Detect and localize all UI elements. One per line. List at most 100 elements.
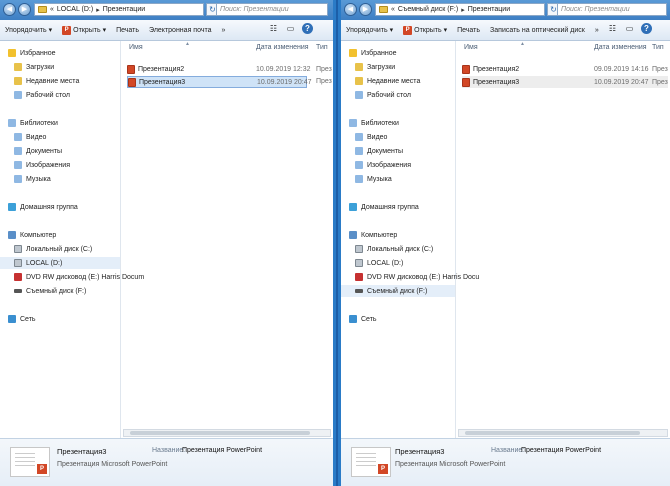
nav-video[interactable]: Видео	[14, 131, 46, 143]
nav-music[interactable]: Музыка	[355, 173, 392, 185]
nav-images[interactable]: Изображения	[14, 159, 70, 171]
breadcrumb-folder[interactable]: Презентации	[468, 6, 510, 13]
nav-libraries[interactable]: Библиотеки	[349, 117, 399, 129]
images-icon	[14, 161, 22, 169]
nav-local-c[interactable]: Локальный диск (C:)	[14, 243, 92, 255]
nav-recent[interactable]: Недавние места	[355, 75, 420, 87]
more-button[interactable]: »	[590, 27, 604, 34]
nav-label: Недавние места	[26, 77, 80, 85]
view-options-icon[interactable]: ☷	[268, 23, 279, 34]
col-type[interactable]: Тип	[316, 44, 328, 51]
recent-places-icon	[355, 77, 363, 85]
homegroup-icon	[349, 203, 357, 211]
nav-label: Домашняя группа	[361, 203, 419, 211]
file-row[interactable]: Презентация2 09.09.2019 14:16 През	[462, 63, 668, 75]
nav-network[interactable]: Сеть	[349, 313, 377, 325]
burn-button[interactable]: Записать на оптический диск	[485, 27, 590, 34]
details-title-value[interactable]: Презентация PowerPoint	[521, 447, 601, 454]
explorer-window-left: ◀ ▶ « LOCAL (D:) ▸ Презентации ↻ Поиск: …	[0, 0, 336, 486]
nav-label: Загрузки	[26, 63, 55, 71]
nav-label: Видео	[367, 133, 388, 141]
nav-label: Компьютер	[361, 231, 398, 239]
file-row-selected[interactable]: Презентация3 10.09.2019 20:47	[127, 76, 312, 88]
nav-desktop[interactable]: Рабочий стол	[355, 89, 411, 101]
details-pane: P Презентация3 Презентация Microsoft Pow…	[0, 438, 333, 486]
forward-button[interactable]: ▶	[18, 3, 31, 16]
search-input[interactable]: Поиск: Презентации	[216, 3, 328, 16]
file-row-selected[interactable]: Презентация3 10.09.2019 20:47 През	[462, 76, 668, 88]
nav-local-d[interactable]: LOCAL (D:)	[355, 257, 403, 269]
horizontal-scrollbar[interactable]	[458, 429, 668, 437]
details-title-value[interactable]: Презентация PowerPoint	[182, 447, 262, 454]
nav-music[interactable]: Музыка	[14, 173, 51, 185]
help-icon[interactable]: ?	[302, 23, 313, 34]
more-button[interactable]: »	[217, 27, 231, 34]
nav-homegroup[interactable]: Домашняя группа	[349, 201, 419, 213]
back-button[interactable]: ◀	[344, 3, 357, 16]
open-button[interactable]: P Открыть ▾	[398, 25, 452, 35]
nav-downloads[interactable]: Загрузки	[14, 61, 54, 73]
nav-images[interactable]: Изображения	[355, 159, 411, 171]
col-name[interactable]: Имя	[464, 44, 478, 51]
computer-icon	[349, 231, 357, 239]
nav-local-d[interactable]: LOCAL (D:)	[0, 257, 120, 269]
pptx-file-icon	[127, 64, 135, 74]
nav-computer[interactable]: Компьютер	[8, 229, 56, 241]
file-name: Презентация2	[138, 65, 185, 73]
col-date[interactable]: Дата изменения	[594, 44, 647, 51]
nav-removable[interactable]: Съемный диск (F:)	[14, 285, 86, 297]
file-thumbnail: P	[351, 447, 391, 477]
preview-pane-icon[interactable]: ▭	[285, 23, 296, 34]
print-button[interactable]: Печать	[111, 27, 144, 34]
nav-label: Компьютер	[20, 231, 57, 239]
nav-desktop[interactable]: Рабочий стол	[14, 89, 70, 101]
col-type[interactable]: Тип	[652, 44, 664, 51]
breadcrumb-drive[interactable]: Съемный диск (F:)	[398, 6, 458, 13]
nav-label: Рабочий стол	[26, 91, 70, 99]
nav-favorites[interactable]: Избранное	[349, 47, 396, 59]
back-button[interactable]: ◀	[3, 3, 16, 16]
help-icon[interactable]: ?	[641, 23, 652, 34]
preview-pane-icon[interactable]: ▭	[624, 23, 635, 34]
nav-label: Загрузки	[367, 63, 396, 71]
nav-network[interactable]: Сеть	[8, 313, 36, 325]
address-bar-area: ◀ ▶ « Съемный диск (F:) ▸ Презентации ↻ …	[341, 0, 670, 20]
nav-video[interactable]: Видео	[355, 131, 387, 143]
address-box[interactable]: « Съемный диск (F:) ▸ Презентации	[375, 3, 545, 16]
powerpoint-icon: P	[62, 25, 72, 35]
nav-computer[interactable]: Компьютер	[349, 229, 397, 241]
col-name[interactable]: Имя	[129, 44, 143, 51]
address-bar-area: ◀ ▶ « LOCAL (D:) ▸ Презентации ↻ Поиск: …	[0, 0, 333, 20]
nav-homegroup[interactable]: Домашняя группа	[8, 201, 78, 213]
address-box[interactable]: « LOCAL (D:) ▸ Презентации	[34, 3, 204, 16]
view-options-icon[interactable]: ☷	[607, 23, 618, 34]
nav-libraries[interactable]: Библиотеки	[8, 117, 58, 129]
nav-recent[interactable]: Недавние места	[14, 75, 79, 87]
nav-label: Локальный диск (C:)	[26, 245, 93, 253]
email-button[interactable]: Электронная почта	[144, 27, 216, 34]
details-file-type: Презентация Microsoft PowerPoint	[57, 461, 168, 468]
open-button[interactable]: P Открыть ▾	[57, 25, 111, 35]
nav-label: Видео	[26, 133, 47, 141]
breadcrumb-folder[interactable]: Презентации	[103, 6, 145, 13]
organize-menu[interactable]: Упорядочить ▾	[0, 26, 57, 35]
nav-favorites[interactable]: Избранное	[8, 47, 55, 59]
search-input[interactable]: Поиск: Презентации	[557, 3, 667, 16]
breadcrumb-drive[interactable]: LOCAL (D:)	[57, 6, 93, 13]
nav-local-c[interactable]: Локальный диск (C:)	[355, 243, 433, 255]
command-bar: Упорядочить ▾ P Открыть ▾ Печать Электрон…	[0, 20, 333, 41]
forward-button[interactable]: ▶	[359, 3, 372, 16]
nav-downloads[interactable]: Загрузки	[355, 61, 395, 73]
nav-documents[interactable]: Документы	[14, 145, 62, 157]
file-row[interactable]: Презентация2 10.09.2019 12:32 През	[127, 63, 332, 75]
nav-removable[interactable]: Съемный диск (F:)	[341, 285, 455, 297]
print-button[interactable]: Печать	[452, 27, 485, 34]
organize-menu[interactable]: Упорядочить ▾	[341, 26, 398, 35]
network-icon	[8, 315, 16, 323]
horizontal-scrollbar[interactable]	[123, 429, 331, 437]
nav-documents[interactable]: Документы	[355, 145, 403, 157]
col-date[interactable]: Дата изменения	[256, 44, 309, 51]
scrollbar-thumb[interactable]	[130, 431, 310, 435]
scrollbar-thumb[interactable]	[465, 431, 640, 435]
file-name: Презентация3	[139, 78, 186, 86]
